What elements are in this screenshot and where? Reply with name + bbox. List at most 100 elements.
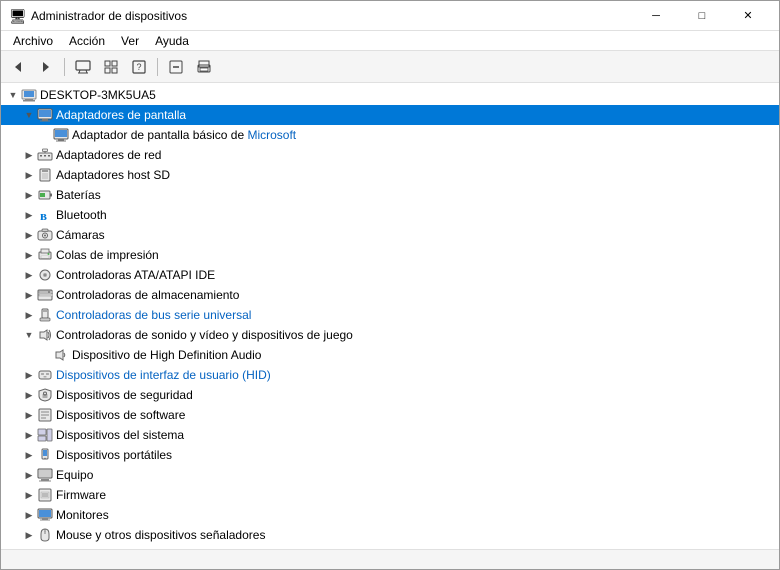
label-software: Dispositivos de software	[56, 408, 185, 422]
label-sonido: Controladoras de sonido y vídeo y dispos…	[56, 328, 353, 342]
tree-item-hd-audio[interactable]: ▶ Dispositivo de High Definition Audio	[1, 345, 779, 365]
icon-bus-serie	[37, 307, 53, 323]
toggle-seguridad[interactable]: ▶	[21, 387, 37, 403]
icon-sistema	[37, 427, 53, 443]
device-tree[interactable]: ▼ DESKTOP-3MK5UA5 ▼	[1, 83, 779, 549]
toolbar-sep-1	[64, 58, 65, 76]
tree-item-equipo[interactable]: ▶ Equipo	[1, 465, 779, 485]
toggle-bluetooth[interactable]: ▶	[21, 207, 37, 223]
toggle-root[interactable]: ▼	[5, 87, 21, 103]
icon-hd-audio	[53, 347, 69, 363]
minimize-button[interactable]: ─	[633, 1, 679, 31]
menu-ayuda[interactable]: Ayuda	[147, 33, 197, 49]
label-adaptadores-pantalla: Adaptadores de pantalla	[56, 108, 186, 122]
grid-icon	[104, 60, 118, 74]
tree-item-mouse[interactable]: ▶ Mouse y otros dispositivos señaladores	[1, 525, 779, 545]
label-adaptadores-host: Adaptadores host SD	[56, 168, 170, 182]
toggle-sonido[interactable]: ▼	[21, 327, 37, 343]
icon-seguridad	[37, 387, 53, 403]
tree-item-firmware[interactable]: ▶ Firmware	[1, 485, 779, 505]
tree-item-colas[interactable]: ▶ Colas de impresión	[1, 245, 779, 265]
computer-button[interactable]	[70, 55, 96, 79]
help-button[interactable]: ?	[126, 55, 152, 79]
menubar: Archivo Acción Ver Ayuda	[1, 31, 779, 51]
toggle-camaras[interactable]: ▶	[21, 227, 37, 243]
toggle-ata[interactable]: ▶	[21, 267, 37, 283]
toolbar-sep-2	[157, 58, 158, 76]
menu-ver[interactable]: Ver	[113, 33, 147, 49]
toggle-firmware[interactable]: ▶	[21, 487, 37, 503]
close-button[interactable]: ✕	[725, 1, 771, 31]
toggle-adaptadores-red[interactable]: ▶	[21, 147, 37, 163]
tree-item-software[interactable]: ▶ Dispositivos de software	[1, 405, 779, 425]
toggle-colas[interactable]: ▶	[21, 247, 37, 263]
toggle-hid[interactable]: ▶	[21, 367, 37, 383]
label-camaras: Cámaras	[56, 228, 105, 242]
label-mouse: Mouse y otros dispositivos señaladores	[56, 528, 265, 542]
label-adaptador-basico: Adaptador de pantalla básico de Microsof…	[72, 128, 296, 142]
tree-item-sistema[interactable]: ▶ Dispositivos del sistema	[1, 425, 779, 445]
toggle-bus-serie[interactable]: ▶	[21, 307, 37, 323]
icon-mouse	[37, 527, 53, 543]
icon-software	[37, 407, 53, 423]
toggle-baterias[interactable]: ▶	[21, 187, 37, 203]
tree-item-monitores[interactable]: ▶ Monitores	[1, 505, 779, 525]
toggle-adaptadores-pantalla[interactable]: ▼	[21, 107, 37, 123]
collapse-button[interactable]	[163, 55, 189, 79]
icon-adaptadores-host	[37, 167, 53, 183]
tree-item-adaptadores-host[interactable]: ▶ Adaptadores host SD	[1, 165, 779, 185]
label-sistema: Dispositivos del sistema	[56, 428, 184, 442]
toggle-mouse[interactable]: ▶	[21, 527, 37, 543]
menu-accion[interactable]: Acción	[61, 33, 113, 49]
label-bluetooth: Bluetooth	[56, 208, 107, 222]
tree-item-bus-serie[interactable]: ▶ Controladoras de bus serie universal	[1, 305, 779, 325]
tree-item-bluetooth[interactable]: ▶ ʙ Bluetooth	[1, 205, 779, 225]
tree-item-almacenamiento[interactable]: ▶ Controladoras de almacenamiento	[1, 285, 779, 305]
tree-item-seguridad[interactable]: ▶ Dispositivos de seguridad	[1, 385, 779, 405]
tree-item-ata[interactable]: ▶ Controladoras ATA/ATAPI IDE	[1, 265, 779, 285]
tree-item-root[interactable]: ▼ DESKTOP-3MK5UA5	[1, 85, 779, 105]
menu-archivo[interactable]: Archivo	[5, 33, 61, 49]
label-root: DESKTOP-3MK5UA5	[40, 88, 156, 102]
tree-item-camaras[interactable]: ▶ Cámaras	[1, 225, 779, 245]
print-button[interactable]	[191, 55, 217, 79]
tree-item-hid[interactable]: ▶ Dispositivos de interfaz de usuario (H…	[1, 365, 779, 385]
toggle-equipo[interactable]: ▶	[21, 467, 37, 483]
grid-button[interactable]	[98, 55, 124, 79]
window-controls: ─ □ ✕	[633, 1, 771, 31]
label-portatiles: Dispositivos portátiles	[56, 448, 172, 462]
tree-item-baterias[interactable]: ▶ Baterías	[1, 185, 779, 205]
back-button[interactable]	[5, 55, 31, 79]
icon-firmware	[37, 487, 53, 503]
forward-button[interactable]	[33, 55, 59, 79]
tree-item-adaptadores-pantalla[interactable]: ▼ Adaptadores de pantalla	[1, 105, 779, 125]
icon-sonido	[37, 327, 53, 343]
toggle-almacenamiento[interactable]: ▶	[21, 287, 37, 303]
icon-almacenamiento	[37, 287, 53, 303]
icon-adaptadores-red	[37, 147, 53, 163]
toggle-adaptadores-host[interactable]: ▶	[21, 167, 37, 183]
icon-colas	[37, 247, 53, 263]
tree-item-adaptadores-red[interactable]: ▶ Adaptadores de red	[1, 145, 779, 165]
toggle-portatiles[interactable]: ▶	[21, 447, 37, 463]
label-almacenamiento: Controladoras de almacenamiento	[56, 288, 239, 302]
icon-hid	[37, 367, 53, 383]
tree-item-portatiles[interactable]: ▶ Dispositivos portátiles	[1, 445, 779, 465]
tree-item-sonido[interactable]: ▼ Controladoras de sonido y vídeo y disp…	[1, 325, 779, 345]
maximize-button[interactable]: □	[679, 1, 725, 31]
toggle-sistema[interactable]: ▶	[21, 427, 37, 443]
help-icon: ?	[132, 60, 146, 74]
svg-text:?: ?	[136, 62, 141, 72]
label-baterias: Baterías	[56, 188, 101, 202]
toolbar: ?	[1, 51, 779, 83]
icon-adaptador-basico	[53, 127, 69, 143]
toggle-monitores[interactable]: ▶	[21, 507, 37, 523]
icon-ata	[37, 267, 53, 283]
tree-item-adaptador-basico[interactable]: ▶ Adaptador de pantalla básico de Micros…	[1, 125, 779, 145]
label-ata: Controladoras ATA/ATAPI IDE	[56, 268, 215, 282]
label-hid: Dispositivos de interfaz de usuario (HID…	[56, 368, 271, 382]
titlebar: 🖥 Administrador de dispositivos ─ □ ✕	[1, 1, 779, 31]
label-bus-serie: Controladoras de bus serie universal	[56, 308, 251, 322]
label-monitores: Monitores	[56, 508, 109, 522]
toggle-software[interactable]: ▶	[21, 407, 37, 423]
